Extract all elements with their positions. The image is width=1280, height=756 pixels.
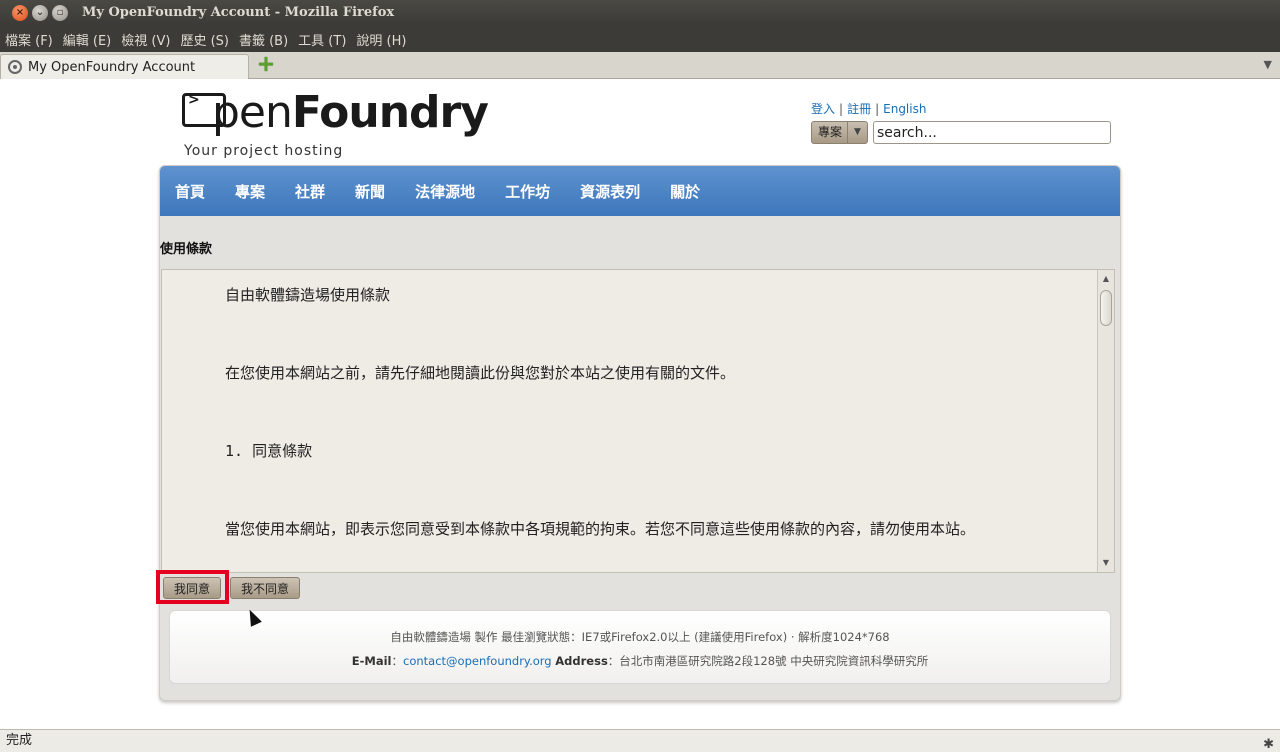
- new-tab-button[interactable]: +: [256, 54, 276, 76]
- nav-resources[interactable]: 資源表列: [580, 181, 640, 202]
- terms-section-body: 當您使用本網站，即表示您同意受到本條款中各項規範的拘束。若您不同意這些使用條款的…: [225, 520, 976, 538]
- menu-history[interactable]: 歷史 (S): [180, 30, 229, 49]
- main-nav: 首頁 專案 社群 新聞 法律源地 工作坊 資源表列 關於: [160, 166, 1120, 216]
- scroll-thumb[interactable]: [1100, 290, 1112, 326]
- footer-credits: 自由軟體鑄造場 製作 最佳瀏覽狀態：IE7或Firefox2.0以上 (建議使用…: [390, 630, 890, 644]
- footer-contact: E-Mail：contact@openfoundry.org Address：台…: [351, 654, 929, 668]
- window-title: My OpenFoundry Account - Mozilla Firefox: [82, 5, 395, 20]
- agree-button[interactable]: 我同意: [163, 577, 221, 599]
- browser-tab[interactable]: My OpenFoundry Account: [0, 54, 249, 79]
- menu-help[interactable]: 說明 (H): [356, 30, 406, 49]
- minimize-window-button[interactable]: ⌄: [32, 5, 48, 21]
- page-title: 使用條款: [160, 242, 213, 257]
- nav-community[interactable]: 社群: [295, 181, 325, 202]
- bug-icon: ✱: [1263, 737, 1274, 752]
- terms-scrollbar[interactable]: ▲ ▼: [1097, 270, 1114, 572]
- close-window-button[interactable]: ×: [12, 5, 28, 21]
- scroll-down-icon[interactable]: ▼: [1098, 556, 1114, 570]
- disagree-button[interactable]: 我不同意: [230, 577, 300, 599]
- status-text: 完成: [6, 733, 33, 748]
- favicon-icon: [8, 60, 22, 74]
- menu-tools[interactable]: 工具 (T): [298, 30, 346, 49]
- window-titlebar: × ⌄ ▫ My OpenFoundry Account - Mozilla F…: [0, 0, 1280, 26]
- terms-title: 自由軟體鑄造場使用條款: [225, 286, 391, 304]
- menu-edit[interactable]: 編輯 (E): [63, 30, 112, 49]
- search-scope-select[interactable]: 專案 ▼: [811, 121, 868, 144]
- tab-list-arrow-icon[interactable]: ▼: [1264, 58, 1272, 71]
- scroll-up-icon[interactable]: ▲: [1098, 272, 1114, 286]
- status-bar: 完成 ✱: [0, 729, 1280, 752]
- nav-workshop[interactable]: 工作坊: [505, 181, 550, 202]
- tab-bar: My OpenFoundry Account + ▼: [0, 52, 1280, 79]
- login-link[interactable]: 登入: [811, 102, 835, 116]
- nav-projects[interactable]: 專案: [235, 181, 265, 202]
- email-link[interactable]: contact@openfoundry.org: [403, 654, 552, 668]
- account-links: 登入 | 註冊 | English: [811, 102, 927, 116]
- nav-legal[interactable]: 法律源地: [415, 181, 475, 202]
- nav-about[interactable]: 關於: [670, 181, 700, 202]
- chevron-down-icon: ▼: [847, 122, 867, 143]
- page-content: penFoundry Your project hosting 登入|註冊|En…: [0, 79, 1280, 729]
- menu-bookmarks[interactable]: 書籤 (B): [239, 30, 288, 49]
- openfoundry-logo[interactable]: penFoundry Your project hosting: [182, 87, 522, 159]
- terms-buttons: 我同意 我不同意: [156, 570, 1120, 604]
- menu-file[interactable]: 檔案 (F): [5, 30, 53, 49]
- terms-intro: 在您使用本網站之前，請先仔細地閱讀此份與您對於本站之使用有關的文件。: [225, 364, 736, 382]
- site-footer: 自由軟體鑄造場 製作 最佳瀏覽狀態：IE7或Firefox2.0以上 (建議使用…: [169, 610, 1111, 684]
- search-input[interactable]: [873, 121, 1111, 144]
- tab-label: My OpenFoundry Account: [28, 59, 196, 75]
- english-link[interactable]: English: [883, 102, 926, 116]
- register-link[interactable]: 註冊: [847, 102, 871, 116]
- main-frame: 首頁 專案 社群 新聞 法律源地 工作坊 資源表列 關於 使用條款 自由軟體鑄造…: [156, 165, 1121, 701]
- site-search: 專案 ▼: [811, 121, 1111, 145]
- logo-wordmark: penFoundry: [212, 87, 489, 138]
- nav-home[interactable]: 首頁: [175, 181, 205, 202]
- menu-bar: 檔案 (F) 編輯 (E) 檢視 (V) 歷史 (S) 書籤 (B) 工具 (T…: [0, 26, 1280, 52]
- maximize-window-button[interactable]: ▫: [52, 5, 68, 21]
- nav-news[interactable]: 新聞: [355, 181, 385, 202]
- logo-tagline: Your project hosting: [184, 143, 344, 159]
- menu-view[interactable]: 檢視 (V): [121, 30, 170, 49]
- terms-textarea[interactable]: 自由軟體鑄造場使用條款 在您使用本網站之前，請先仔細地閱讀此份與您對於本站之使用…: [161, 269, 1115, 573]
- terms-section-heading: 1. 同意條款: [225, 442, 313, 460]
